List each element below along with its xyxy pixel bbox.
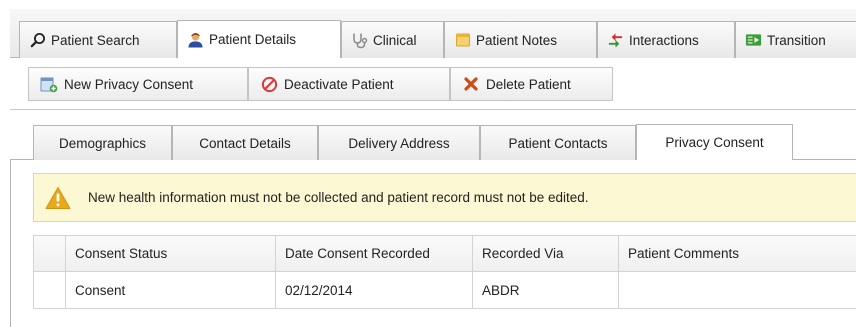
column-header-consent-status[interactable]: Consent Status [66, 236, 276, 271]
person-icon [187, 31, 204, 48]
cell-date-consent-recorded: 02/12/2014 [276, 272, 473, 308]
swap-arrows-icon [607, 32, 624, 49]
button-label: New Privacy Consent [64, 76, 194, 92]
warning-message: New health information must not be colle… [88, 190, 589, 205]
stethoscope-icon [351, 32, 368, 49]
deactivate-patient-button[interactable]: Deactivate Patient [248, 67, 450, 101]
delete-patient-button[interactable]: Delete Patient [450, 67, 613, 101]
button-label: Delete Patient [486, 76, 571, 92]
tab-patient-notes[interactable]: Patient Notes [444, 21, 597, 58]
tab-contact-details[interactable]: Contact Details [172, 125, 318, 160]
table-row[interactable]: Consent 02/12/2014 ABDR [33, 272, 856, 309]
tab-label: Interactions [629, 32, 699, 48]
tab-transition[interactable]: Transition [735, 21, 856, 58]
tab-label: Delivery Address [348, 135, 450, 151]
patient-details-tab-bar: Demographics Contact Details Delivery Ad… [10, 110, 856, 160]
tab-label: Transition [767, 32, 826, 48]
prohibited-icon [260, 75, 278, 93]
tab-label: Demographics [58, 135, 147, 151]
action-toolbar: New Privacy Consent Deactivate Patient D… [10, 58, 856, 110]
tab-label: Patient Details [209, 32, 297, 47]
cell-recorded-via: ABDR [473, 272, 619, 308]
tab-privacy-consent[interactable]: Privacy Consent [636, 124, 793, 160]
tab-label: Patient Notes [476, 32, 558, 48]
search-icon [29, 32, 46, 49]
privacy-consent-grid: Consent Status Date Consent Recorded Rec… [33, 235, 856, 309]
row-selector[interactable] [33, 272, 66, 308]
cell-patient-comments [619, 272, 856, 308]
tab-interactions[interactable]: Interactions [597, 21, 735, 58]
tab-patient-details[interactable]: Patient Details [177, 20, 341, 58]
new-privacy-consent-button[interactable]: New Privacy Consent [28, 67, 248, 101]
button-label: Deactivate Patient [284, 76, 394, 92]
warning-icon [45, 186, 71, 210]
tab-label: Patient Search [51, 32, 140, 48]
warning-banner: New health information must not be colle… [33, 173, 856, 222]
transition-icon [745, 32, 762, 49]
tab-clinical[interactable]: Clinical [341, 21, 444, 58]
delete-x-icon [462, 75, 480, 93]
note-icon [454, 32, 471, 49]
grid-header-row: Consent Status Date Consent Recorded Rec… [33, 235, 856, 272]
column-header-date-consent-recorded[interactable]: Date Consent Recorded [276, 236, 473, 271]
column-header-recorded-via[interactable]: Recorded Via [473, 236, 619, 271]
main-tab-bar: Patient Search Patient Details Clinical … [10, 9, 856, 58]
tab-label: Contact Details [199, 135, 291, 151]
tab-demographics[interactable]: Demographics [33, 125, 172, 160]
row-selector-header [33, 236, 66, 271]
tab-delivery-address[interactable]: Delivery Address [318, 125, 480, 160]
cell-consent-status: Consent [66, 272, 276, 308]
tab-patient-contacts[interactable]: Patient Contacts [480, 125, 636, 160]
tab-label: Privacy Consent [665, 135, 764, 150]
tab-label: Patient Contacts [508, 135, 608, 151]
new-document-icon [40, 75, 58, 93]
tab-label: Clinical [373, 32, 417, 48]
tab-patient-search[interactable]: Patient Search [19, 21, 177, 58]
column-header-patient-comments[interactable]: Patient Comments [619, 236, 856, 271]
